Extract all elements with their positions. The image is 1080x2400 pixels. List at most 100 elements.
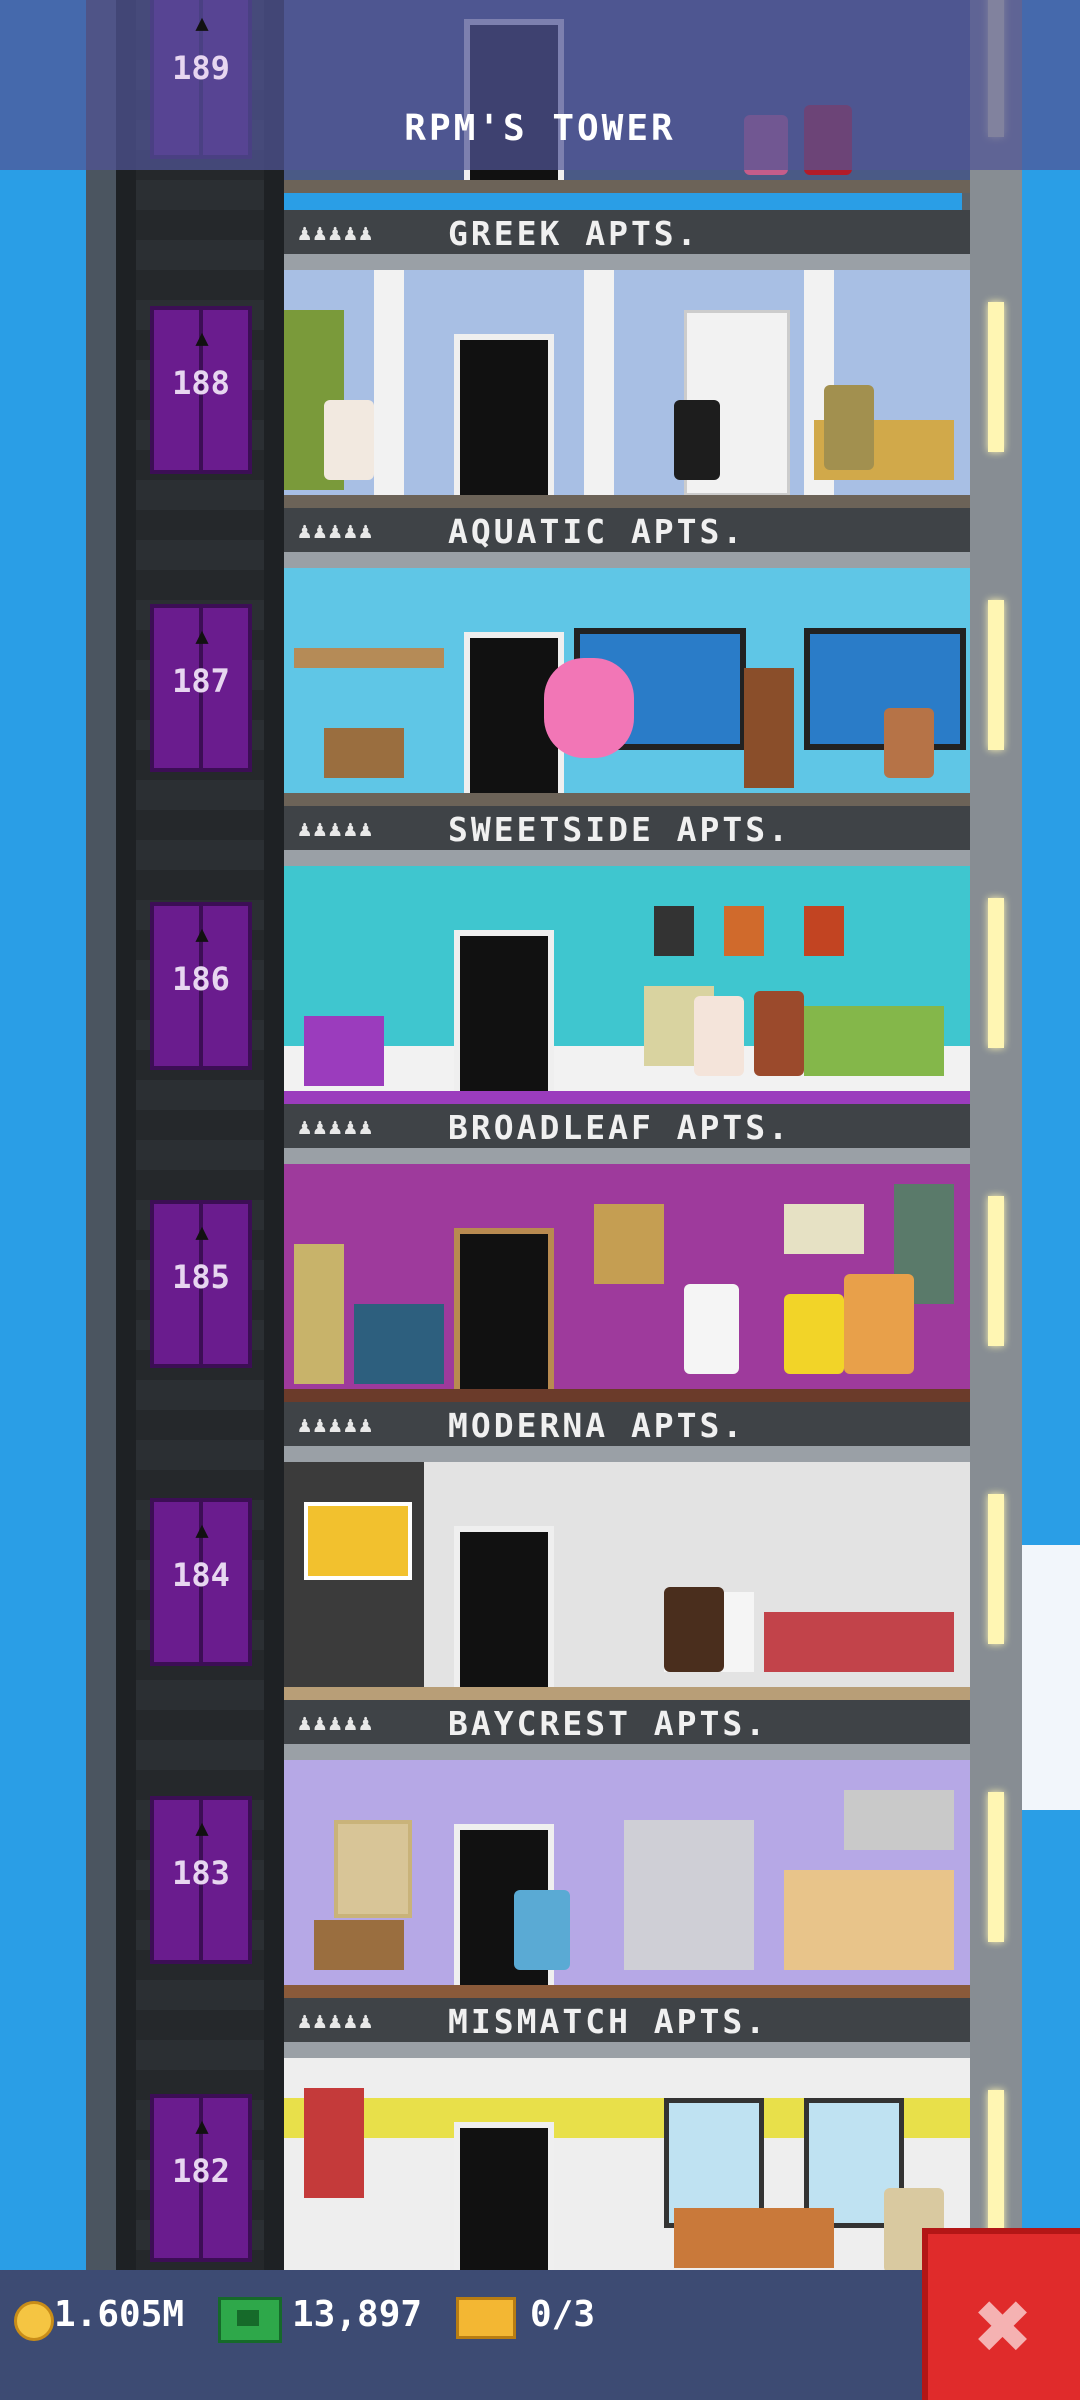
bitizen[interactable] bbox=[674, 400, 720, 480]
bat-icon: ▲ bbox=[195, 1220, 209, 1245]
floor-base bbox=[284, 180, 970, 193]
bat-icon: ▲ bbox=[195, 326, 209, 351]
close-button[interactable]: ✖ bbox=[922, 2228, 1080, 2400]
room-184[interactable] bbox=[284, 1462, 970, 1687]
bitizen[interactable] bbox=[694, 996, 744, 1076]
floor-name: MODERNA APTS. bbox=[448, 1406, 746, 1445]
occupancy-icons: ♟♟♟♟♟ bbox=[298, 221, 375, 246]
room-182[interactable] bbox=[284, 2058, 970, 2283]
floor-label-bar: ♟♟♟♟♟ AQUATIC APTS. bbox=[284, 508, 970, 568]
picture-frame bbox=[304, 2088, 364, 2198]
armchair bbox=[354, 1304, 444, 1384]
sofa bbox=[674, 2208, 834, 2268]
occupancy-icons: ♟♟♟♟♟ bbox=[298, 1115, 375, 1140]
cabinet bbox=[744, 668, 794, 788]
floor-name: GREEK APTS. bbox=[448, 214, 700, 253]
floor-184[interactable]: ♟♟♟♟♟ MODERNA APTS. ▲ 184 bbox=[116, 1402, 1022, 1700]
room-187[interactable] bbox=[284, 568, 970, 793]
floor-number: 186 bbox=[172, 960, 230, 998]
kitchen-counter bbox=[784, 1870, 954, 1970]
tower-left-wall bbox=[86, 0, 116, 2400]
bitizen[interactable] bbox=[824, 385, 874, 470]
table bbox=[324, 728, 404, 778]
elevator-door[interactable]: ▲ 188 bbox=[150, 306, 252, 474]
room-door bbox=[454, 1228, 554, 1389]
window-light bbox=[988, 2090, 1004, 2240]
cabinets bbox=[844, 1790, 954, 1850]
picture-frame bbox=[804, 906, 844, 956]
floor-base bbox=[284, 1091, 970, 1104]
coins-value: 1.605M bbox=[54, 2294, 185, 2335]
bitizen[interactable] bbox=[664, 1587, 724, 1672]
elevator-door[interactable]: ▲ 185 bbox=[150, 1200, 252, 1368]
bitizen[interactable] bbox=[544, 658, 634, 758]
floor-name: BAYCREST APTS. bbox=[448, 1704, 769, 1743]
floor-label-bar: ♟♟♟♟♟ BAYCREST APTS. bbox=[284, 1700, 970, 1760]
window-light bbox=[988, 1494, 1004, 1644]
bitizen[interactable] bbox=[754, 991, 804, 1076]
window-light bbox=[988, 1792, 1004, 1942]
floor-base bbox=[284, 495, 970, 508]
bitizen[interactable] bbox=[514, 1890, 570, 1970]
floor-number: 188 bbox=[172, 364, 230, 402]
floor-name: MISMATCH APTS. bbox=[448, 2002, 769, 2041]
elevator-door[interactable]: ▲ 186 bbox=[150, 902, 252, 1070]
bat-icon: ▲ bbox=[195, 2114, 209, 2139]
painting bbox=[304, 1502, 412, 1580]
ticket-icon bbox=[456, 2297, 516, 2339]
floor-number: 189 bbox=[172, 49, 230, 87]
room-183[interactable] bbox=[284, 1760, 970, 1985]
occupancy-icons: ♟♟♟♟♟ bbox=[298, 1711, 375, 1736]
floor-label-bar: ♟♟♟♟♟ MISMATCH APTS. bbox=[284, 1998, 970, 2058]
floor-base bbox=[284, 793, 970, 806]
room-door bbox=[454, 930, 554, 1091]
close-icon: ✖ bbox=[975, 2270, 1033, 2382]
bitizen[interactable] bbox=[784, 1294, 844, 1374]
bitizen[interactable] bbox=[684, 1284, 739, 1374]
floor-base bbox=[284, 1389, 970, 1402]
table bbox=[314, 1920, 404, 1970]
room-door bbox=[454, 334, 554, 495]
coin-icon bbox=[14, 2301, 54, 2341]
picture-frame bbox=[784, 1204, 864, 1254]
bat-icon: ▲ bbox=[195, 1816, 209, 1841]
floor-183[interactable]: ♟♟♟♟♟ BAYCREST APTS. ▲ 183 bbox=[116, 1700, 1022, 1998]
floor-186[interactable]: ♟♟♟♟♟ SWEETSIDE APTS. ▲ 186 bbox=[116, 806, 1022, 1104]
occupancy-icons: ♟♟♟♟♟ bbox=[298, 1413, 375, 1438]
room-door bbox=[454, 1526, 554, 1687]
picture-frame bbox=[594, 1204, 664, 1284]
elevator-door[interactable]: ▲ 182 bbox=[150, 2094, 252, 2262]
floor-number: 184 bbox=[172, 1556, 230, 1594]
room-185[interactable] bbox=[284, 1164, 970, 1389]
occupancy-icons: ♟♟♟♟♟ bbox=[298, 2009, 375, 2034]
floor-185[interactable]: ♟♟♟♟♟ BROADLEAF APTS. ▲ 185 bbox=[116, 1104, 1022, 1402]
floor-label-bar: ♟♟♟♟♟ BROADLEAF APTS. bbox=[284, 1104, 970, 1164]
floor-187[interactable]: ♟♟♟♟♟ AQUATIC APTS. ▲ 187 bbox=[116, 508, 1022, 806]
elevator-door[interactable]: ▲ 183 bbox=[150, 1796, 252, 1964]
bat-icon: ▲ bbox=[195, 922, 209, 947]
lamp bbox=[294, 1244, 344, 1384]
floor-number: 183 bbox=[172, 1854, 230, 1892]
picture-frame bbox=[724, 906, 764, 956]
floor-name: SWEETSIDE APTS. bbox=[448, 810, 792, 849]
bux-icon bbox=[218, 2297, 282, 2343]
floor-label-bar: ♟♟♟♟♟ GREEK APTS. bbox=[284, 210, 970, 270]
room-186[interactable] bbox=[284, 866, 970, 1091]
floor-188[interactable]: ♟♟♟♟♟ GREEK APTS. ▲ 188 bbox=[116, 210, 1022, 508]
bitizen[interactable] bbox=[884, 708, 934, 778]
floor-182[interactable]: ♟♟♟♟♟ MISMATCH APTS. ▲ 182 bbox=[116, 1998, 1022, 2296]
floor-name: BROADLEAF APTS. bbox=[448, 1108, 792, 1147]
window-light bbox=[988, 898, 1004, 1048]
elevator-door[interactable]: ▲ 187 bbox=[150, 604, 252, 772]
bux-value: 13,897 bbox=[292, 2294, 423, 2335]
bitizen[interactable] bbox=[844, 1274, 914, 1374]
floor-number: 187 bbox=[172, 662, 230, 700]
elevator-door[interactable]: ▲ 184 bbox=[150, 1498, 252, 1666]
bitizen[interactable] bbox=[324, 400, 374, 480]
window-light bbox=[988, 1196, 1004, 1346]
window-light bbox=[988, 302, 1004, 452]
column bbox=[374, 270, 404, 495]
floor-number: 182 bbox=[172, 2152, 230, 2190]
floor-base bbox=[284, 1687, 970, 1700]
room-188[interactable] bbox=[284, 270, 970, 495]
